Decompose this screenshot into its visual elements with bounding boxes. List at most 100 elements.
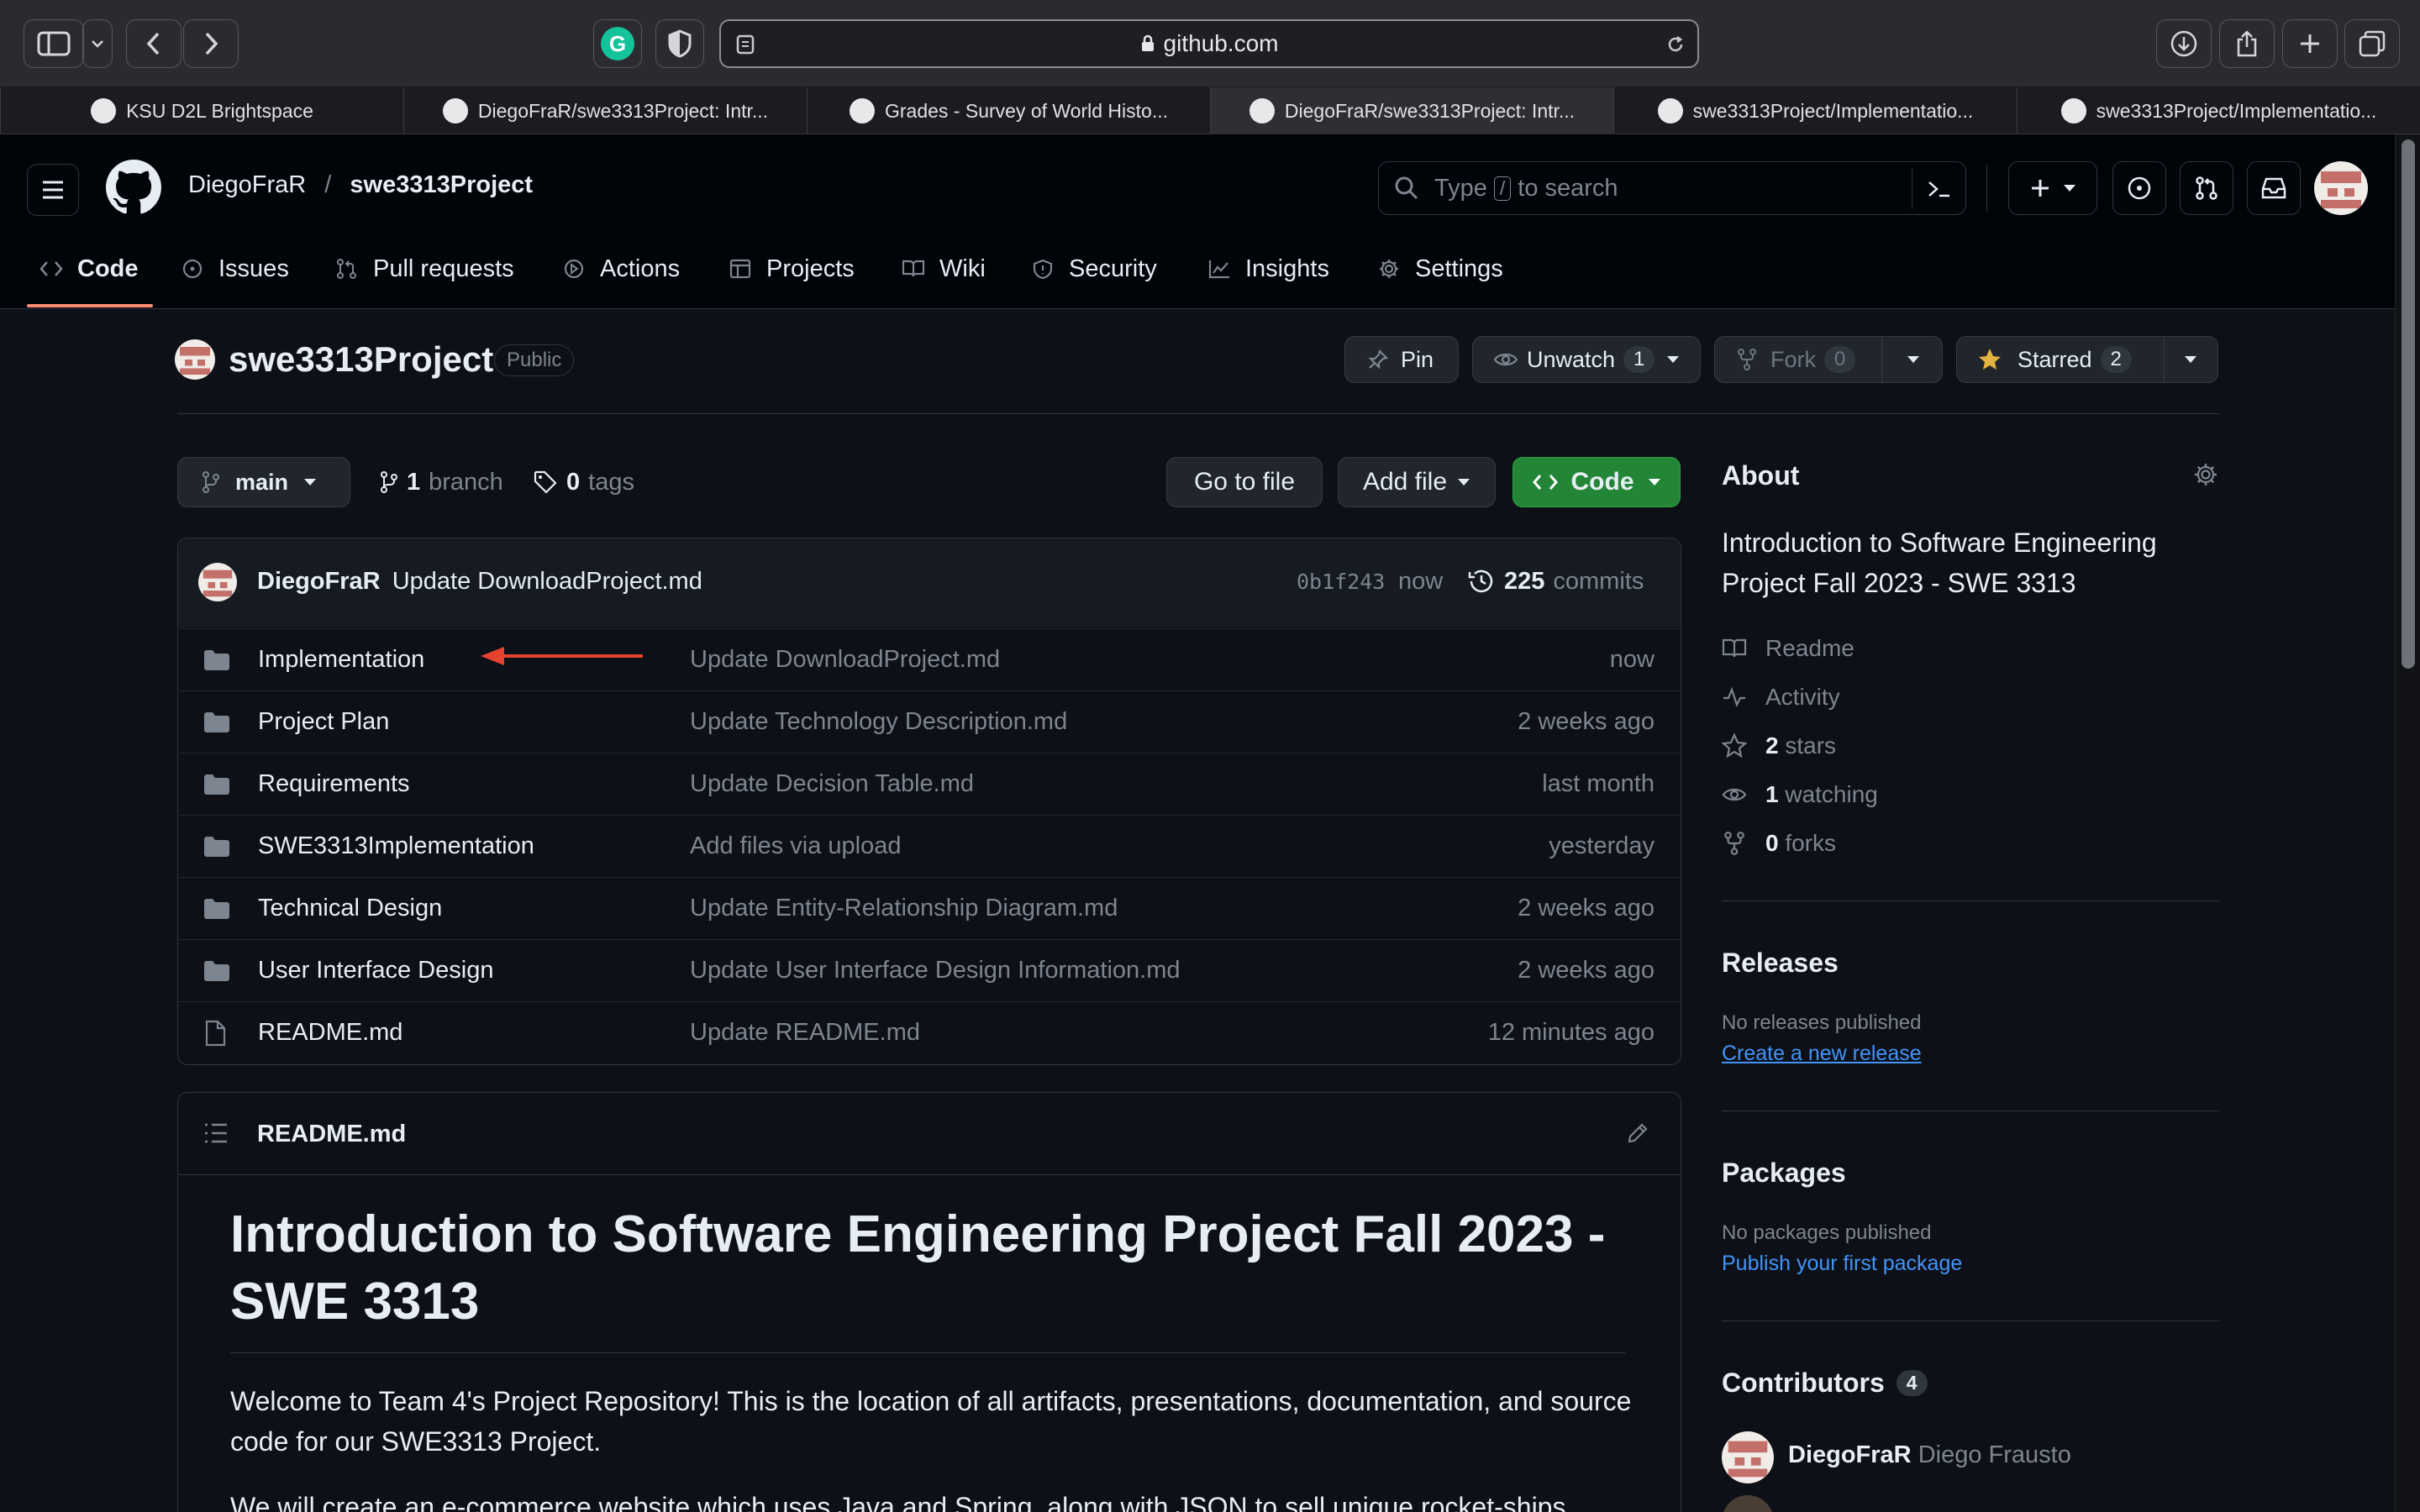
branches-link[interactable]: 1 branch xyxy=(380,467,503,497)
browser-tab[interactable]: DiegoFraR/swe3313Project: Intr... xyxy=(403,87,807,134)
share-button[interactable] xyxy=(2219,19,2275,68)
tab-label: Insights xyxy=(1245,255,1329,282)
create-release-link[interactable]: Create a new release xyxy=(1722,1042,1922,1066)
table-row[interactable]: User Interface Design Update User Interfa… xyxy=(177,939,1681,1001)
back-button[interactable] xyxy=(126,19,182,68)
create-new-button[interactable] xyxy=(2008,161,2097,215)
add-file-button[interactable]: Add file xyxy=(1338,457,1496,507)
tab-issues[interactable]: Issues xyxy=(180,244,289,294)
forward-button[interactable] xyxy=(183,19,239,68)
contributor-avatar[interactable] xyxy=(1722,1495,1774,1512)
unwatch-button[interactable]: Unwatch 1 xyxy=(1472,336,1701,383)
tab-overview-button[interactable] xyxy=(2344,19,2400,68)
go-to-file-button[interactable]: Go to file xyxy=(1166,457,1323,507)
tab-projects[interactable]: Projects xyxy=(728,244,855,294)
issues-shortcut-button[interactable] xyxy=(2112,161,2166,215)
list-icon[interactable] xyxy=(203,1122,229,1144)
tags-link[interactable]: 0 tags xyxy=(533,467,634,497)
browser-tab[interactable]: KSU D2L Brightspace xyxy=(0,87,403,134)
tab-code[interactable]: Code xyxy=(39,244,139,294)
releases-heading[interactable]: Releases xyxy=(1722,948,1839,979)
pencil-icon[interactable] xyxy=(1625,1121,1650,1146)
tab-pull-requests[interactable]: Pull requests xyxy=(334,244,514,294)
code-button[interactable]: Code xyxy=(1512,457,1681,507)
table-row[interactable]: Technical Design Update Entity-Relationsh… xyxy=(177,877,1681,939)
repo-link[interactable]: swe3313Project xyxy=(350,171,533,198)
pull-requests-shortcut-button[interactable] xyxy=(2180,161,2233,215)
command-palette-button[interactable] xyxy=(1912,169,1965,209)
table-row[interactable]: Implementation Update DownloadProject.md n… xyxy=(177,628,1681,690)
github-logo-icon[interactable] xyxy=(106,160,161,215)
readme-filename[interactable]: README.md xyxy=(257,1121,406,1148)
table-row[interactable]: Requirements Update Decision Table.md last… xyxy=(177,753,1681,815)
new-tab-button[interactable] xyxy=(2282,19,2338,68)
file-name[interactable]: User Interface Design xyxy=(258,957,493,984)
sidebar-toggle-button[interactable] xyxy=(24,19,84,68)
address-bar[interactable]: github.com xyxy=(719,19,1699,68)
branch-select-button[interactable]: main xyxy=(177,457,350,507)
downloads-button[interactable] xyxy=(2156,19,2212,68)
commits-link[interactable]: 225 commits xyxy=(1467,564,1644,598)
packages-heading[interactable]: Packages xyxy=(1722,1158,1846,1189)
file-name[interactable]: README.md xyxy=(258,1019,402,1047)
forks-link[interactable]: 0 forks xyxy=(1722,827,1836,860)
commit-message[interactable]: Update DownloadProject.md xyxy=(392,568,702,595)
hamburger-icon xyxy=(43,181,63,199)
tab-actions[interactable]: Actions xyxy=(561,244,680,294)
url-text: github.com xyxy=(1163,30,1279,56)
table-row[interactable]: README.md Update README.md 12 minutes ago xyxy=(177,1001,1681,1063)
file-name[interactable]: Project Plan xyxy=(258,708,389,736)
forks-label: forks xyxy=(1785,830,1837,856)
publish-package-link[interactable]: Publish your first package xyxy=(1722,1252,1962,1276)
stars-link[interactable]: 2 stars xyxy=(1722,729,1836,763)
reload-icon[interactable] xyxy=(1665,34,1686,55)
fork-button[interactable]: Fork 0 xyxy=(1714,336,1943,383)
pin-button[interactable]: Pin xyxy=(1344,336,1459,383)
global-menu-button[interactable] xyxy=(27,164,79,216)
commit-sha[interactable]: 0b1f243 xyxy=(1297,570,1385,594)
privacy-extension-button[interactable] xyxy=(655,19,704,68)
search-input[interactable]: Type / to search xyxy=(1378,161,1966,215)
contributors-heading-row[interactable]: Contributors 4 xyxy=(1722,1368,1928,1399)
owner-link[interactable]: DiegoFraR xyxy=(188,171,306,198)
repo-title[interactable]: swe3313Project xyxy=(229,339,493,380)
browser-tab[interactable]: swe3313Project/Implementatio... xyxy=(2017,87,2420,134)
readme-link[interactable]: Readme xyxy=(1722,632,1854,665)
file-name[interactable]: SWE3313Implementation xyxy=(258,832,534,860)
tag-icon xyxy=(534,470,557,494)
tab-insights[interactable]: Insights xyxy=(1207,244,1329,294)
commit-message[interactable]: Update DownloadProject.md xyxy=(690,646,1000,674)
browser-tab[interactable]: Grades - Survey of World Histo... xyxy=(807,87,1210,134)
inbox-button[interactable] xyxy=(2247,161,2301,215)
contributor-avatar[interactable] xyxy=(1722,1431,1774,1483)
commit-message[interactable]: Update Technology Description.md xyxy=(690,708,1067,736)
watchers-link[interactable]: 1 watching xyxy=(1722,778,1878,811)
browser-tab[interactable]: DiegoFraR/swe3313Project: Intr... xyxy=(1210,87,1613,134)
file-name[interactable]: Implementation xyxy=(258,646,424,674)
tab-settings[interactable]: Settings xyxy=(1376,244,1503,294)
file-name[interactable]: Technical Design xyxy=(258,895,442,922)
commit-message[interactable]: Update Entity-Relationship Diagram.md xyxy=(690,895,1118,922)
browser-tab[interactable]: swe3313Project/Implementatio... xyxy=(1613,87,2017,134)
commit-author[interactable]: DiegoFraR xyxy=(257,568,381,595)
avatar[interactable] xyxy=(2314,161,2368,215)
grammarly-extension-button[interactable]: G xyxy=(593,19,642,68)
file-name[interactable]: Requirements xyxy=(258,770,410,798)
tab-wiki[interactable]: Wiki xyxy=(901,244,986,294)
activity-link[interactable]: Activity xyxy=(1722,680,1840,714)
contributor-entry[interactable]: DiegoFraR Diego Frausto xyxy=(1788,1441,2071,1469)
table-row[interactable]: Project Plan Update Technology Descriptio… xyxy=(177,690,1681,753)
user-avatar-icon xyxy=(198,563,237,601)
commit-message[interactable]: Add files via upload xyxy=(690,832,902,860)
plus-icon xyxy=(2032,180,2049,197)
tab-security[interactable]: Security xyxy=(1030,244,1157,294)
commit-message[interactable]: Update User Interface Design Information… xyxy=(690,957,1181,984)
scrollbar-thumb[interactable] xyxy=(2402,139,2415,669)
gear-icon[interactable] xyxy=(2193,462,2218,487)
commit-message[interactable]: Update README.md xyxy=(690,1019,920,1047)
table-row[interactable]: SWE3313Implementation Add files via uploa… xyxy=(177,815,1681,877)
commit-message[interactable]: Update Decision Table.md xyxy=(690,770,974,798)
tab-group-menu-button[interactable] xyxy=(82,19,113,68)
starred-button[interactable]: Starred 2 xyxy=(1956,336,2218,383)
page-menu-icon xyxy=(736,34,755,55)
